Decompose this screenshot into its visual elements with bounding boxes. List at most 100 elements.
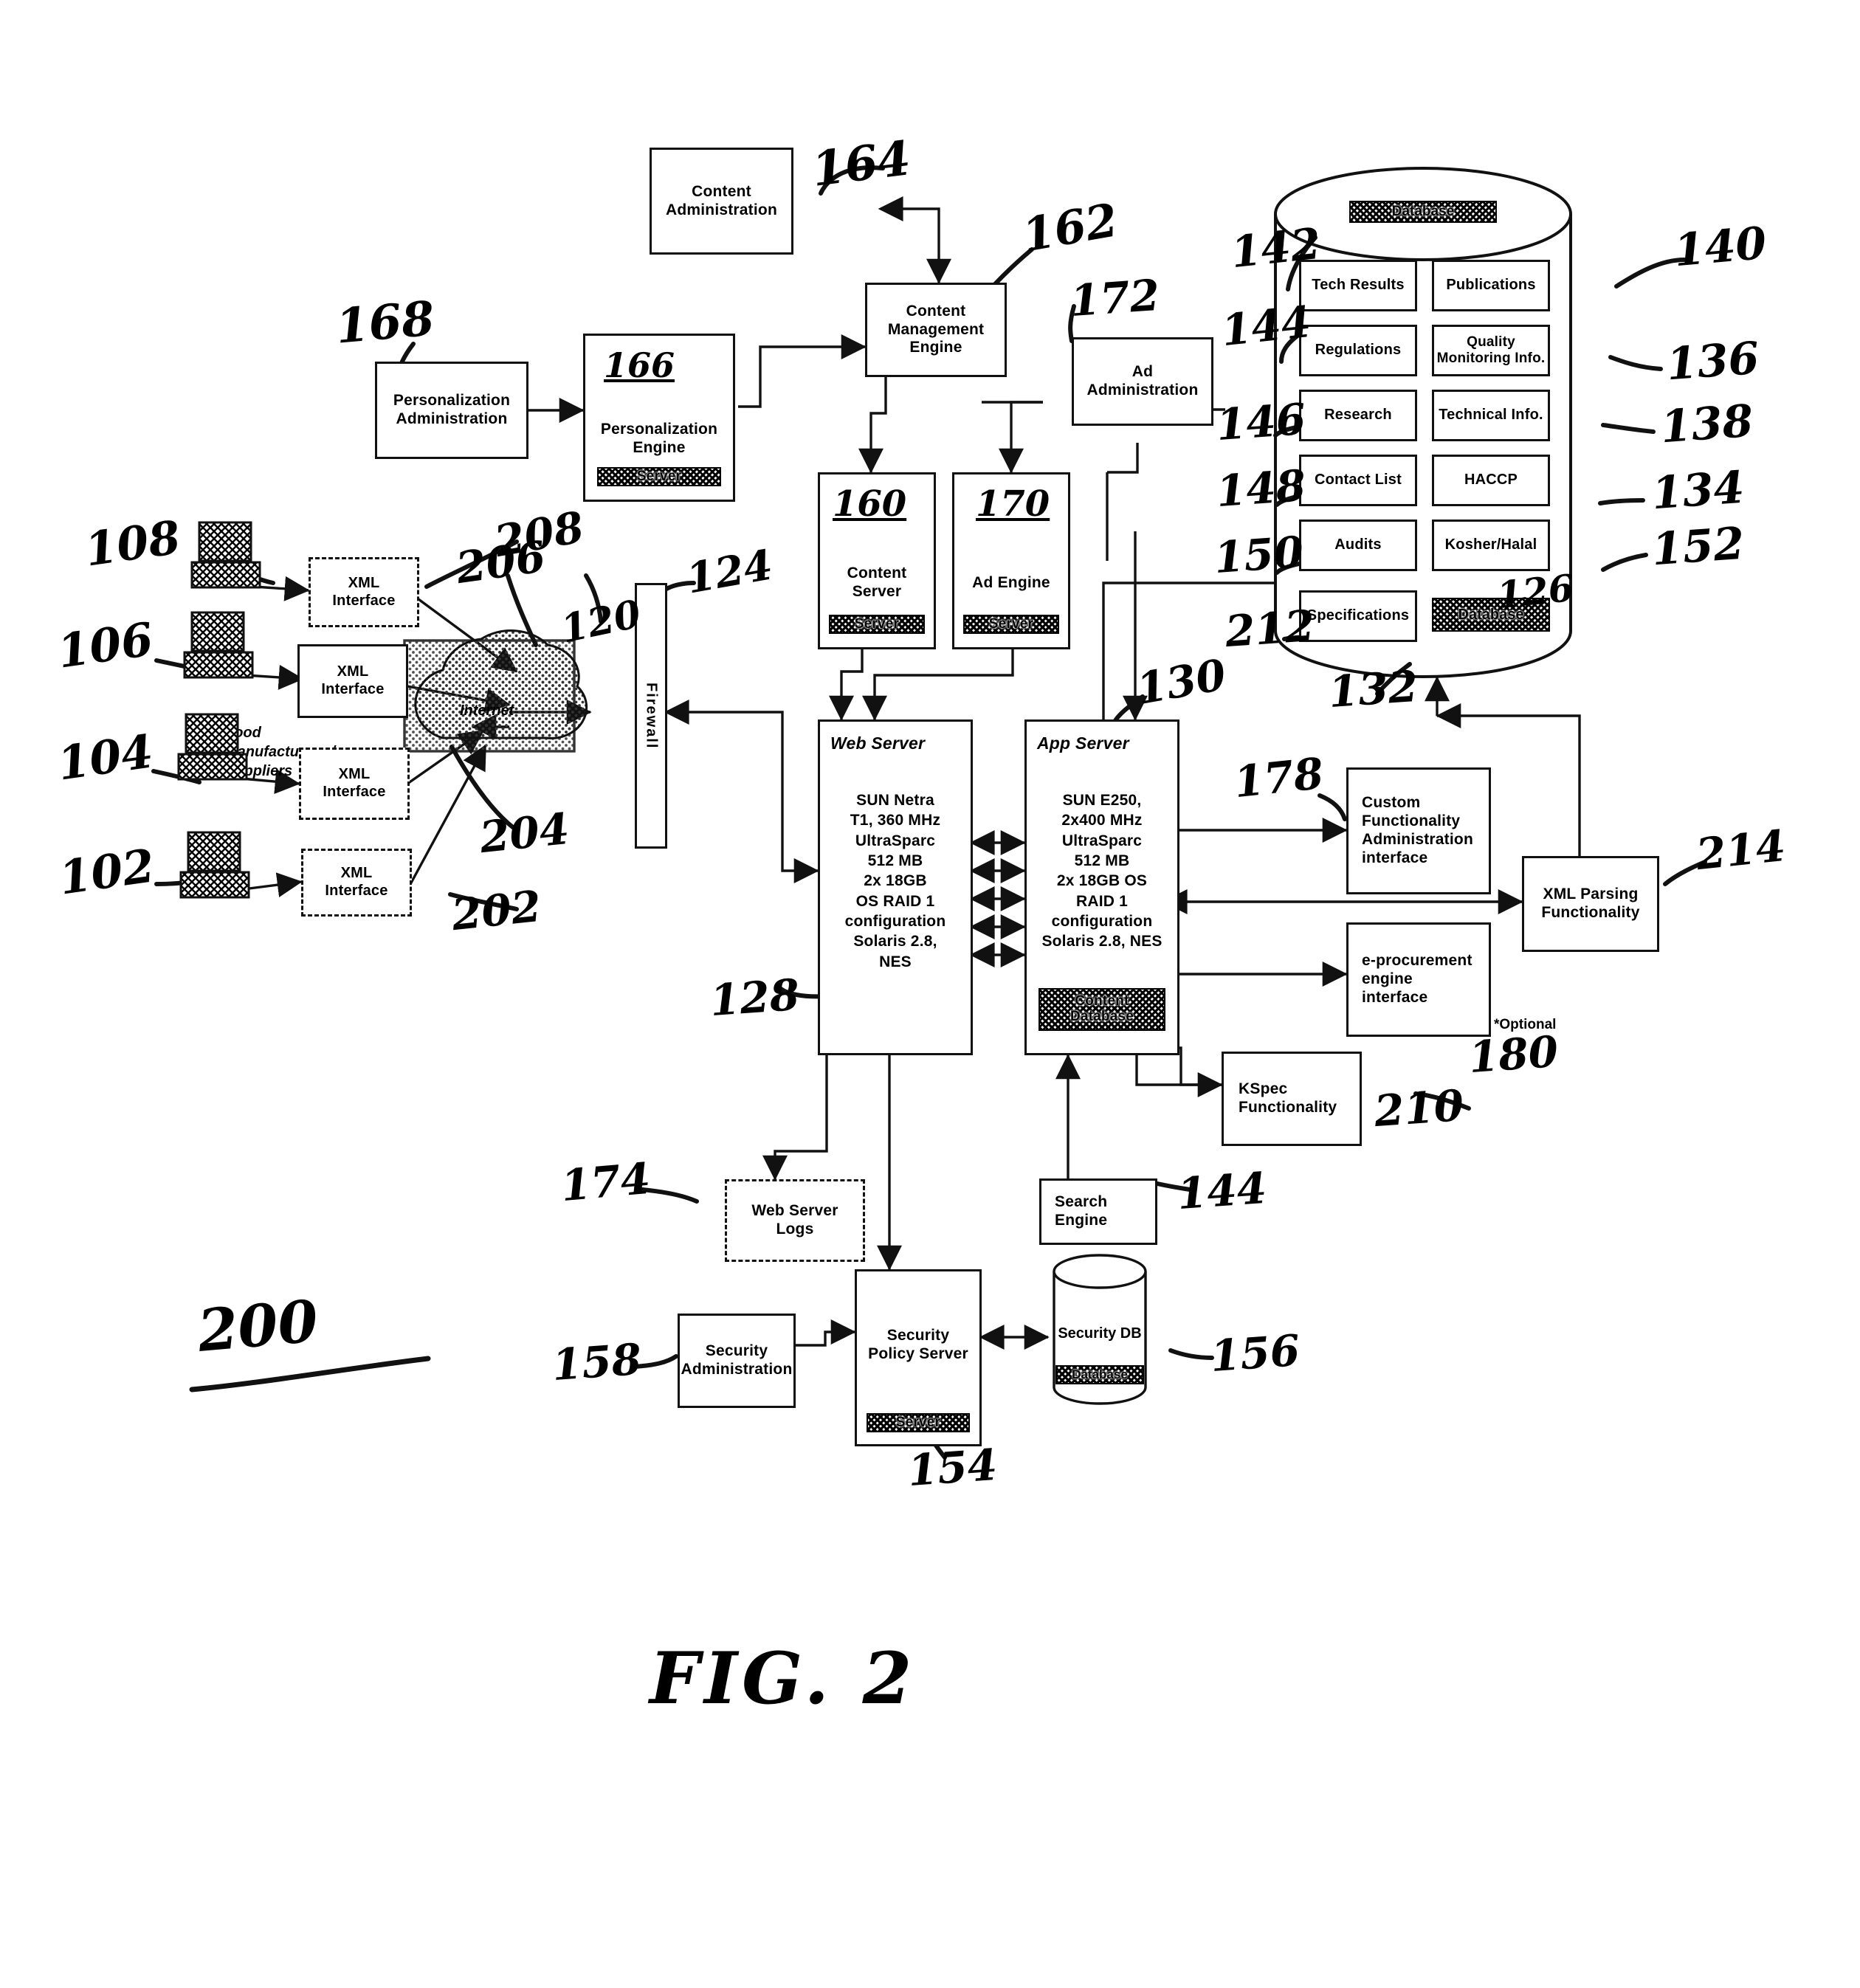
db-item-haccp[interactable]: HACCP [1432,455,1550,506]
ref-160: 160 [833,483,907,525]
ref-174: 174 [559,1153,652,1212]
ref-178: 178 [1231,748,1326,808]
custom-functionality-admin-box[interactable]: Custom Functionality Administration inte… [1346,767,1491,894]
eprocurement-engine-interface-label: e-procurement engine interface [1362,952,1472,1006]
ref-144: 144 [1219,296,1314,356]
ref-212: 212 [1223,600,1317,658]
client-computer-icon-108[interactable] [185,517,266,598]
app-server-title: App Server [1037,734,1129,753]
ref-142: 142 [1228,218,1323,278]
db-item-haccp-label: HACCP [1464,472,1518,489]
db-item-audits[interactable]: Audits [1299,520,1417,571]
ref-204: 204 [477,803,572,863]
ref-168: 168 [333,291,437,355]
ref-132: 132 [1326,660,1420,718]
db-item-specifications-label: Specifications [1306,607,1410,624]
db-item-kosher-halal[interactable]: Kosher/Halal [1432,520,1550,571]
app-server-spec: SUN E250, 2x400 MHz UltraSparc 512 MB 2x… [1041,792,1162,950]
kspec-functionality-box[interactable]: KSpec Functionality [1222,1052,1362,1146]
content-server-server-bar: Server [829,615,925,634]
ref-170: 170 [976,483,1050,525]
content-administration-box[interactable]: Content Administration [650,148,793,255]
database-top-database-bar: Database [1349,201,1497,223]
ref-134: 134 [1650,461,1746,520]
ref-144-search: 144 [1175,1162,1269,1220]
personalization-engine-server-bar: Server [597,467,721,486]
ref-138: 138 [1658,395,1755,454]
xml-interface-box-206[interactable]: XML Interface [297,644,408,718]
ref-154: 154 [906,1439,999,1497]
kspec-functionality-label: KSpec Functionality [1239,1080,1337,1116]
eprocurement-engine-interface-box[interactable]: e-procurement engine interface [1346,922,1491,1037]
xml-parsing-functionality-label: XML Parsing Functionality [1541,886,1640,921]
security-policy-server-label: Security Policy Server [868,1327,968,1362]
web-server-box[interactable]: Web Server SUN Netra T1, 360 MHz UltraSp… [818,719,973,1055]
xml-interface-box-204[interactable]: XML Interface [299,748,410,820]
search-engine-box[interactable]: Search Engine [1039,1178,1157,1245]
db-item-research[interactable]: Research [1299,390,1417,441]
ref-156: 156 [1208,1325,1302,1382]
ref-202: 202 [449,880,544,941]
xml-interface-label-206: XML Interface [321,663,385,697]
db-item-quality-monitoring-label: Quality Monitoring Info. [1436,334,1546,366]
security-administration-box[interactable]: Security Administration [678,1314,796,1408]
web-server-title: Web Server [830,734,926,753]
db-item-technical-info[interactable]: Technical Info. [1432,390,1550,441]
ref-180: 180 [1467,1026,1560,1083]
ref-140: 140 [1672,217,1769,277]
ref-128: 128 [708,969,802,1026]
db-item-regulations[interactable]: Regulations [1299,325,1417,376]
ref-158: 158 [550,1333,644,1391]
security-policy-server-box[interactable]: Security Policy Server Server [855,1269,982,1446]
personalization-engine-label: Personalization Engine [600,421,718,456]
custom-functionality-admin-label: Custom Functionality Administration inte… [1362,794,1473,866]
content-management-engine-box[interactable]: Content Management Engine [865,283,1007,377]
ref-148: 148 [1214,460,1308,517]
xml-interface-box-202[interactable]: XML Interface [301,849,412,917]
firewall-label: Firewall [643,682,660,750]
internet-cloud-label: Internet [460,703,514,719]
db-item-quality-monitoring[interactable]: Quality Monitoring Info. [1432,325,1550,376]
personalization-administration-box[interactable]: Personalization Administration [375,362,528,459]
db-item-audits-label: Audits [1334,536,1382,553]
xml-interface-label-208: XML Interface [332,574,396,609]
db-item-research-label: Research [1324,407,1392,424]
client-computer-icon-106[interactable] [177,607,258,688]
ref-214: 214 [1693,820,1788,880]
ref-210: 210 [1372,1080,1466,1137]
db-item-regulations-label: Regulations [1315,342,1402,359]
security-policy-server-server-bar: Server [867,1413,970,1432]
patent-figure-canvas: Content Administration Content Managemen… [0,0,1860,1988]
content-server-label: Content Server [847,565,907,600]
db-item-tech-results-label: Tech Results [1312,277,1405,294]
content-administration-label: Content Administration [666,182,777,218]
ref-152: 152 [1650,517,1746,576]
xml-parsing-functionality-box[interactable]: XML Parsing Functionality [1522,856,1659,952]
security-db-database-bar: Database [1055,1365,1144,1384]
web-server-logs-label: Web Server Logs [751,1202,838,1238]
web-server-spec: SUN Netra T1, 360 MHz UltraSparc 512 MB … [844,792,946,970]
security-db-label: Security DB [1058,1325,1142,1342]
ref-126: 126 [1495,565,1577,618]
xml-interface-label-204: XML Interface [323,766,386,800]
ad-engine-server-bar: Server [963,615,1059,634]
client-computer-icon-104[interactable] [171,708,252,790]
ad-administration-label: Ad Administration [1086,363,1199,398]
content-management-engine-label: Content Management Engine [887,302,985,356]
db-item-specifications[interactable]: Specifications [1299,590,1417,642]
ref-200-underline [189,1356,431,1392]
client-computer-icon-102[interactable] [173,826,255,908]
security-administration-label: Security Administration [681,1342,793,1378]
ref-150: 150 [1212,526,1306,584]
ref-172: 172 [1068,269,1162,327]
search-engine-label: Search Engine [1055,1193,1108,1229]
xml-interface-box-208[interactable]: XML Interface [309,557,419,627]
xml-interface-label-202: XML Interface [325,865,388,899]
ref-146: 146 [1214,393,1308,451]
figure-caption: FIG. 2 [650,1637,917,1720]
ad-administration-box[interactable]: Ad Administration [1072,337,1213,426]
web-server-logs-box[interactable]: Web Server Logs [725,1179,865,1262]
db-item-contact-list[interactable]: Contact List [1299,455,1417,506]
app-server-box[interactable]: App Server SUN E250, 2x400 MHz UltraSpar… [1024,719,1179,1055]
db-item-publications[interactable]: Publications [1432,260,1550,311]
